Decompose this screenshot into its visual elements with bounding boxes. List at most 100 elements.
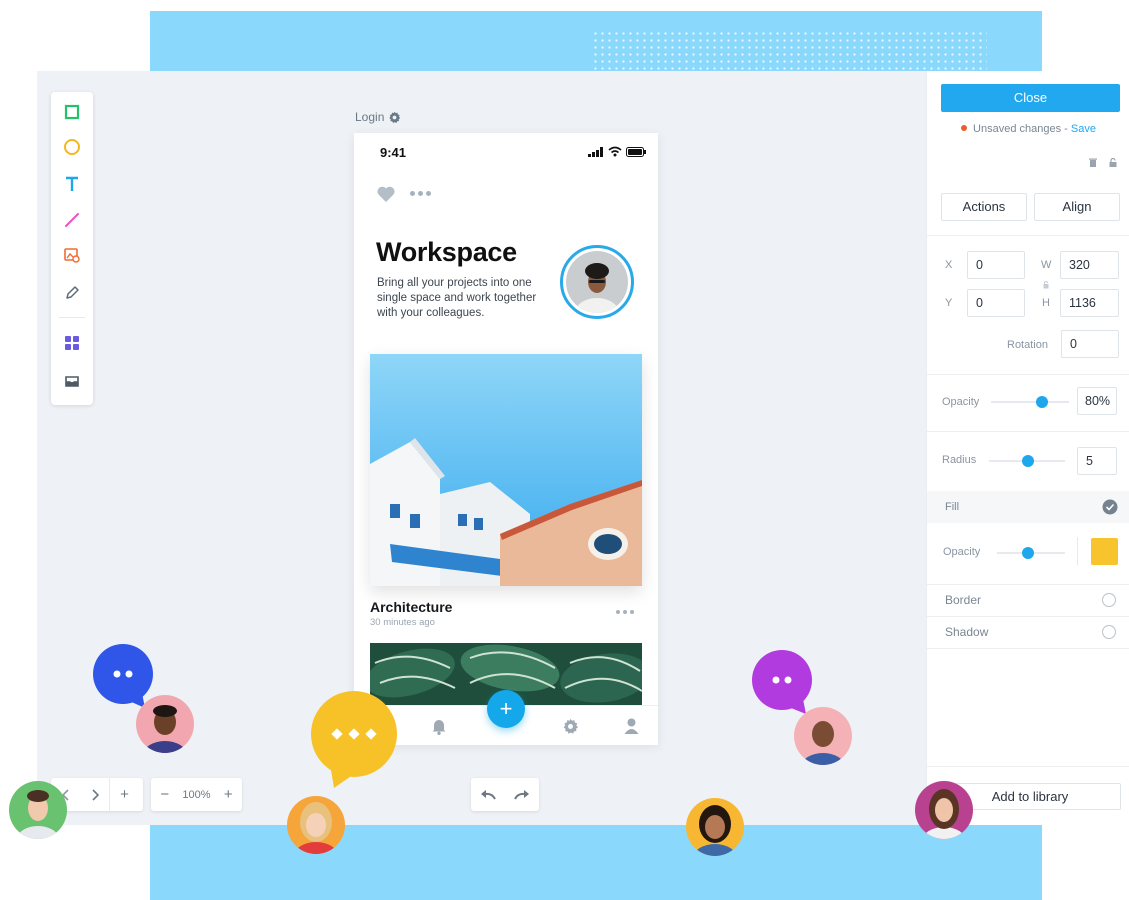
user-icon[interactable] [624, 718, 639, 739]
save-link[interactable]: Save [1071, 123, 1096, 135]
x-input[interactable]: 0 [967, 251, 1025, 279]
toolbar-divider [59, 317, 85, 318]
panel-divider [927, 648, 1129, 649]
width-input[interactable]: 320 [1060, 251, 1119, 279]
properties-panel: Close Unsaved changes - Save Actions Ali… [926, 71, 1129, 825]
fill-row[interactable]: Fill [927, 491, 1129, 523]
profile-avatar[interactable] [560, 245, 634, 319]
components-grid-icon[interactable] [60, 331, 84, 355]
phone-artboard[interactable]: 9:41 Workspace Bring all your projects i… [354, 133, 658, 745]
wifi-icon [608, 146, 622, 157]
swatch-divider [1077, 537, 1078, 565]
x-label: X [945, 259, 953, 271]
pencil-tool-icon[interactable] [60, 281, 84, 305]
height-input[interactable]: 1136 [1060, 289, 1119, 317]
card-title: Architecture [370, 599, 453, 615]
history-controls [471, 778, 539, 811]
panel-divider [927, 766, 1129, 767]
align-button[interactable]: Align [1034, 193, 1120, 221]
ellipse-tool-icon[interactable] [60, 135, 84, 159]
design-app-screen: Login 9:41 Workspace Bring all your proj… [0, 0, 1129, 900]
h-label: H [1042, 297, 1050, 309]
collaborator-avatar[interactable] [136, 695, 194, 753]
rotation-label: Rotation [1007, 339, 1048, 351]
artboard-label[interactable]: Login [355, 110, 401, 124]
card-timestamp: 30 minutes ago [370, 617, 435, 628]
collaborator-avatar[interactable] [686, 798, 744, 856]
opacity-label: Opacity [942, 396, 980, 408]
panel-divider [927, 235, 1129, 236]
line-tool-icon[interactable] [60, 208, 84, 232]
radius-slider-knob[interactable] [1022, 455, 1034, 467]
trash-icon[interactable] [1089, 158, 1097, 167]
radius-label: Radius [942, 454, 977, 466]
border-label: Border [945, 593, 982, 607]
battery-icon [626, 146, 646, 157]
typing-bubble-icon [752, 650, 812, 714]
zoom-level: 100% [182, 788, 211, 801]
radius-input[interactable]: 5 [1077, 447, 1117, 475]
artboard-name: Login [355, 110, 385, 124]
close-button[interactable]: Close [941, 84, 1120, 112]
typing-bubble-icon [93, 644, 153, 708]
background-band-bottom [150, 820, 1042, 900]
typing-bubble-icon [311, 691, 397, 788]
bell-icon[interactable] [431, 718, 447, 740]
workspace-title: Workspace [376, 237, 517, 267]
inbox-tray-icon[interactable] [60, 369, 84, 393]
shadow-label: Shadow [945, 625, 989, 639]
undo-icon [481, 789, 496, 799]
status-time: 9:41 [380, 145, 407, 160]
radius-slider[interactable] [989, 455, 1065, 467]
gear-icon[interactable] [388, 111, 401, 124]
unsaved-status: Unsaved changes - Save [927, 123, 1129, 135]
link-dimensions-icon[interactable] [1043, 281, 1049, 289]
add-fab-button[interactable]: + [487, 690, 525, 728]
next-page-button[interactable] [80, 778, 109, 811]
undo-button[interactable] [474, 778, 503, 811]
layer-mini-icons [1089, 158, 1117, 167]
fill-color-swatch[interactable] [1091, 538, 1118, 565]
collaborator-avatar[interactable] [9, 781, 67, 839]
panel-divider [927, 431, 1129, 432]
text-tool-icon[interactable] [60, 172, 84, 196]
signal-icon [588, 146, 603, 157]
lock-icon[interactable] [1109, 158, 1117, 167]
fill-checked-icon[interactable] [1102, 499, 1118, 515]
border-toggle[interactable] [1102, 593, 1116, 607]
fill-opacity-knob[interactable] [1022, 547, 1034, 559]
collaborator-avatar[interactable] [794, 707, 852, 765]
background-dot-pattern [592, 30, 987, 75]
panel-divider [927, 374, 1129, 375]
panel-divider [927, 584, 1129, 585]
zoom-control: − 100% + [151, 778, 242, 811]
y-label: Y [945, 297, 953, 309]
more-options-icon[interactable] [410, 191, 431, 196]
y-input[interactable]: 0 [967, 289, 1025, 317]
status-icons [588, 146, 646, 157]
fill-opacity-label: Opacity [943, 546, 981, 558]
zoom-out-button[interactable]: − [151, 778, 178, 811]
rotation-input[interactable]: 0 [1061, 330, 1119, 358]
heart-icon[interactable] [376, 185, 396, 208]
fill-opacity-slider[interactable] [997, 547, 1065, 559]
add-page-button[interactable]: + [110, 778, 139, 811]
rectangle-tool-icon[interactable] [60, 100, 84, 124]
collaborator-avatar[interactable] [915, 781, 973, 839]
opacity-input[interactable]: 80% [1077, 387, 1117, 415]
redo-button[interactable] [508, 778, 537, 811]
image-tool-icon[interactable] [60, 243, 84, 267]
tools-toolbar [51, 92, 93, 405]
actions-button[interactable]: Actions [941, 193, 1027, 221]
opacity-slider-knob[interactable] [1036, 396, 1048, 408]
fill-label: Fill [945, 501, 960, 513]
collaborator-avatar[interactable] [287, 796, 345, 854]
zoom-in-button[interactable]: + [215, 778, 242, 811]
chevron-right-icon [91, 788, 99, 801]
opacity-slider[interactable] [991, 396, 1069, 408]
architecture-card-image[interactable] [370, 354, 642, 586]
settings-gear-icon[interactable] [562, 718, 579, 740]
shadow-toggle[interactable] [1102, 625, 1116, 639]
w-label: W [1041, 259, 1052, 271]
card-more-icon[interactable] [616, 610, 634, 614]
